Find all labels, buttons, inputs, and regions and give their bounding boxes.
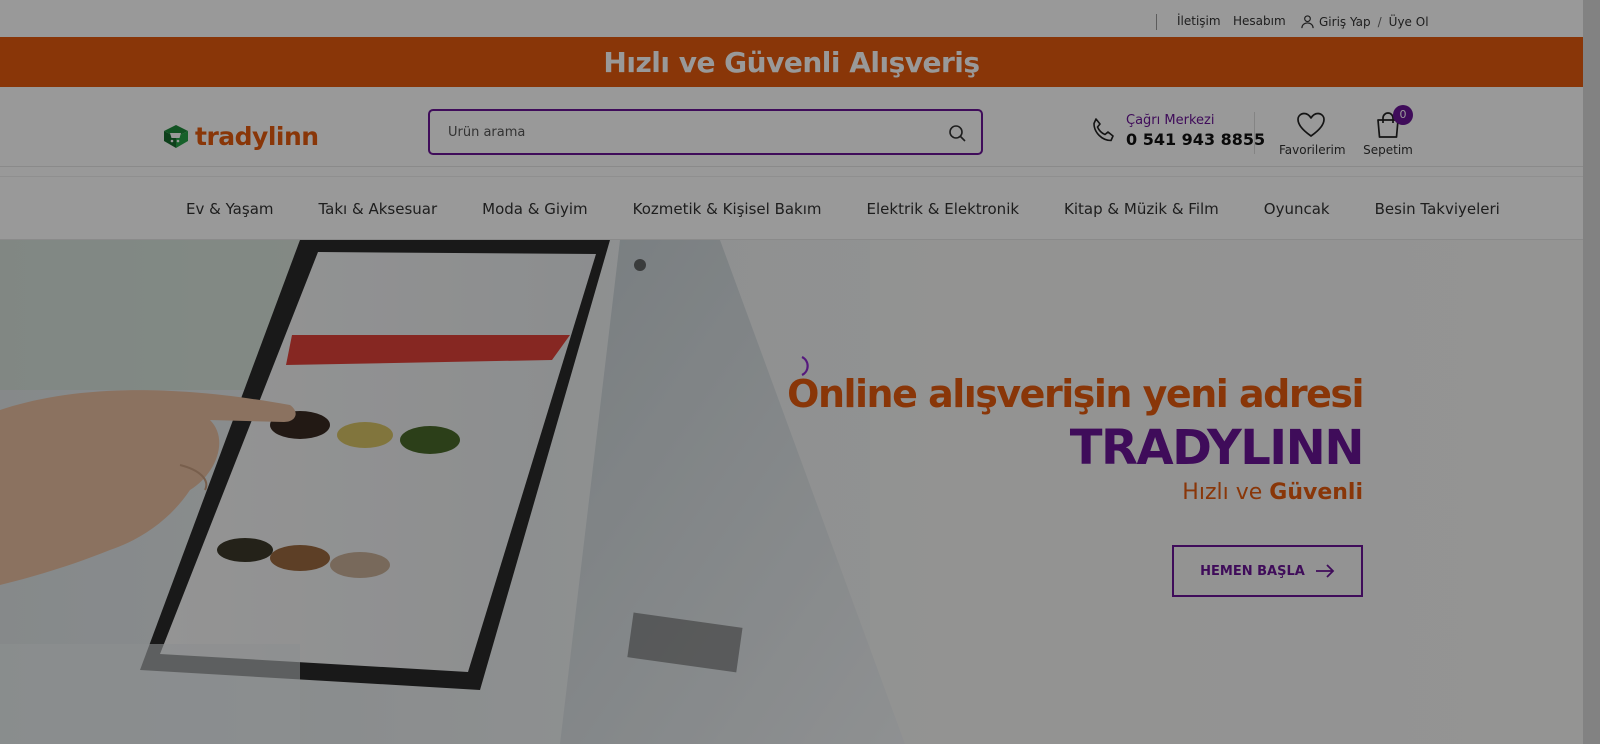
cart-count-badge: 0 <box>1393 105 1413 125</box>
nav-item-oyuncak[interactable]: Oyuncak <box>1264 200 1330 218</box>
user-icon <box>1301 15 1314 29</box>
hero-line-3-bold: Güvenli <box>1269 480 1363 505</box>
login-label[interactable]: Giriş Yap <box>1319 15 1371 29</box>
top-bar-divider <box>1156 14 1157 30</box>
cart-label: Sepetim <box>1363 143 1413 157</box>
heart-icon <box>1297 112 1325 137</box>
arrow-right-icon <box>1315 564 1335 578</box>
favorites-button[interactable]: Favorilerim <box>1279 111 1346 157</box>
hero-headline: Online alışverişin yeni adresi TRADYLINN… <box>787 372 1365 505</box>
favorites-label: Favorilerim <box>1279 143 1346 157</box>
search-input[interactable] <box>448 122 918 142</box>
call-center[interactable]: Çağrı Merkezi 0 541 943 8855 <box>1088 113 1265 149</box>
login-register-link[interactable]: Giriş Yap / Üye Ol <box>1300 14 1429 29</box>
search-box <box>428 109 983 155</box>
header-divider <box>1254 112 1255 154</box>
search-icon[interactable] <box>947 123 967 143</box>
nav-item-besin-takviyeleri[interactable]: Besin Takviyeleri <box>1375 200 1500 218</box>
hero-line-1: Online alışverişin yeni adresi <box>787 372 1364 416</box>
cart-button[interactable]: 0 Sepetim <box>1363 105 1413 157</box>
register-label[interactable]: Üye Ol <box>1389 15 1429 29</box>
site-logo[interactable]: tradylinn <box>161 121 319 151</box>
hero-slider[interactable]: Online alışverişin yeni adresi TRADYLINN… <box>0 240 1583 744</box>
call-center-label: Çağrı Merkezi <box>1126 113 1215 128</box>
nav-item-elektrik-elektronik[interactable]: Elektrik & Elektronik <box>867 200 1020 218</box>
page-scrollbar[interactable] <box>1583 0 1600 744</box>
cart-logo-icon <box>164 125 188 148</box>
nav-item-taki-aksesuar[interactable]: Takı & Aksesuar <box>319 200 438 218</box>
nav-item-kozmetik[interactable]: Kozmetik & Kişisel Bakım <box>633 200 822 218</box>
nav-item-kitap-muzik-film[interactable]: Kitap & Müzik & Film <box>1064 200 1219 218</box>
start-shopping-button[interactable]: HEMEN BAŞLA <box>1172 545 1363 597</box>
promo-banner-text: Hızlı ve Güvenli Alışveriş <box>603 45 980 79</box>
nav-item-ev-yasam[interactable]: Ev & Yaşam <box>186 200 274 218</box>
phone-icon <box>1093 118 1114 142</box>
category-nav: Ev & Yaşam Takı & Aksesuar Moda & Giyim … <box>0 176 1583 240</box>
hero-line-3-regular: Hızlı ve <box>1182 480 1270 505</box>
hero-line-3: Hızlı ve Güvenli <box>787 480 1363 505</box>
promo-banner: Hızlı ve Güvenli Alışveriş <box>0 37 1583 87</box>
hero-line-2: TRADYLINN <box>1069 420 1365 476</box>
logo-text: tradylinn <box>195 121 319 151</box>
start-shopping-label: HEMEN BAŞLA <box>1200 563 1305 579</box>
call-center-phone[interactable]: 0 541 943 8855 <box>1126 130 1265 149</box>
top-bar: İletişim Hesabım Giriş Yap / Üye Ol <box>0 0 1583 37</box>
nav-item-moda-giyim[interactable]: Moda & Giyim <box>482 200 588 218</box>
account-link[interactable]: Hesabım <box>1233 14 1286 28</box>
login-separator: / <box>1377 14 1382 29</box>
site-header: tradylinn Çağrı Merkezi 0 541 943 8855 F… <box>0 87 1583 167</box>
contact-link[interactable]: İletişim <box>1177 14 1221 28</box>
